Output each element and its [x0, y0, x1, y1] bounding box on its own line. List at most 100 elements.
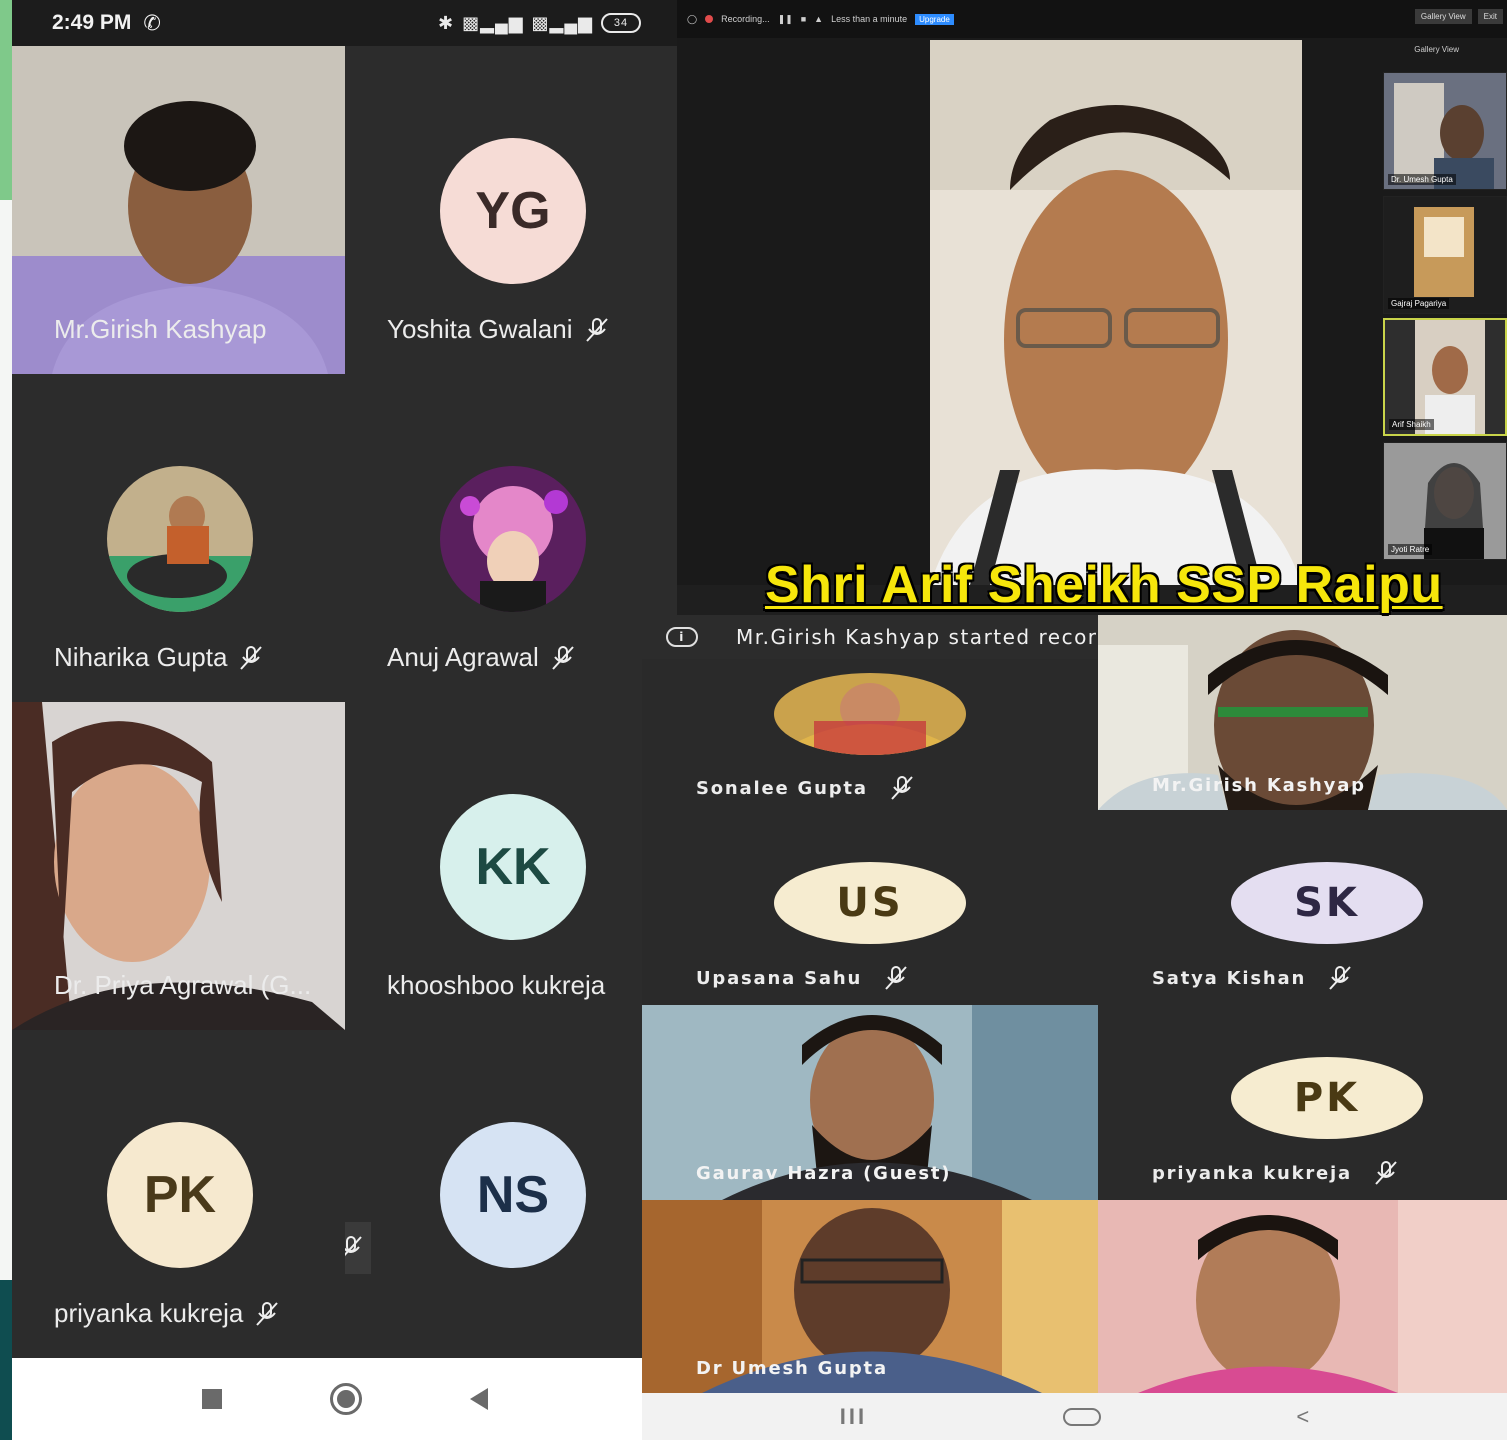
mic-off-badge [345, 1222, 371, 1274]
gallery-view-label: Gallery View [1414, 45, 1459, 54]
participant-name: Niharika Gupta [54, 642, 263, 673]
recording-label: Recording... [721, 14, 770, 24]
android-nav-bar-right: III < [642, 1393, 1507, 1440]
participant-tile-priyanka[interactable]: PK priyanka kukreja [12, 1030, 345, 1358]
bluetooth-icon: ✱ [438, 12, 455, 33]
status-time-group: 2:49 PM ✆ [52, 11, 161, 36]
mic-off-icon [551, 645, 575, 671]
participant-tile-girish-video[interactable]: Mr.Girish Kashyap [1098, 615, 1507, 810]
signal-icon: ▩▂▄▆ [462, 12, 524, 33]
recording-icon [705, 15, 714, 23]
gallery-thumbnail[interactable]: Dr. Umesh Gupta [1383, 72, 1507, 190]
participant-tile-anuj[interactable]: Anuj Agrawal [345, 374, 677, 702]
participant-tile-sonalee[interactable]: Sonalee Gupta [642, 659, 1098, 810]
participant-name: Dr. Priya Agrawal (G... [54, 970, 312, 1000]
participant-tile-yoshita[interactable]: YG Yoshita Gwalani [345, 46, 677, 374]
left-phone-screen: 2:49 PM ✆ ✱ ▩▂▄▆ ▩▂▄▆ 34 Mr.Girish Kashy… [12, 0, 677, 1440]
profile-photo [107, 466, 253, 612]
gallery-thumbnail[interactable]: Jyoti Ratre [1383, 442, 1507, 560]
participant-name: Mr.Girish Kashyap [1152, 775, 1366, 796]
participant-tile-priyanka-right[interactable]: PK priyanka kukreja [1098, 1005, 1507, 1200]
stop-icon[interactable]: ■ [801, 14, 806, 24]
thumbnail-name: Dr. Umesh Gupta [1388, 174, 1456, 185]
thumbnail-name: Jyoti Ratre [1388, 544, 1433, 555]
gallery-thumbnail-active[interactable]: Arif Shaikh [1383, 318, 1507, 436]
active-speaker-video [930, 40, 1302, 585]
pause-icon[interactable]: ❚❚ [778, 14, 793, 25]
avatar-initials: SK [1231, 862, 1423, 944]
mic-off-icon [255, 1301, 279, 1327]
profile-photo [774, 673, 966, 755]
participant-name: Gaurav Hazra (Guest) [696, 1163, 952, 1184]
participant-name: Mr.Girish Kashyap [54, 314, 267, 344]
recents-button[interactable]: III [840, 1404, 867, 1430]
participant-tile-gaurav[interactable]: Gaurav Hazra (Guest) [642, 1005, 1098, 1200]
participant-name: Satya Kishan [1152, 965, 1352, 991]
mic-off-icon [890, 775, 914, 801]
recents-button[interactable] [201, 1389, 222, 1409]
avatar-initials: NS [440, 1122, 586, 1268]
mic-off-icon [884, 965, 908, 991]
participant-name: Upasana Sahu [696, 965, 908, 991]
thumbnail-video [1384, 197, 1506, 313]
thumbnail-video [1384, 443, 1506, 559]
participant-tile-priya[interactable]: Dr. Priya Agrawal (G... [12, 702, 345, 1030]
phone-icon: ✆ [143, 11, 161, 35]
avatar-initials: KK [440, 794, 586, 940]
info-icon[interactable]: i [666, 627, 698, 647]
avatar-initials: US [774, 862, 966, 944]
avatar-initials: PK [107, 1122, 253, 1268]
thumbnail-name: Gajraj Pagariya [1388, 298, 1450, 309]
mic-off-icon [1328, 965, 1352, 991]
participant-tile-khooshboo[interactable]: KK khooshboo kukreja [345, 702, 677, 1030]
participant-name: Sonalee Gupta [696, 775, 914, 801]
back-button[interactable]: < [1296, 1404, 1309, 1430]
participant-name: Dr Umesh Gupta [696, 1358, 888, 1379]
home-button[interactable] [1062, 1407, 1101, 1426]
gallery-thumbnail[interactable]: Gajraj Pagariya [1383, 196, 1507, 314]
participant-name: khooshboo kukreja [387, 970, 606, 1000]
battery-icon: 34 [601, 13, 641, 33]
profile-photo [440, 466, 586, 612]
zoom-top-bar: ◯ Recording... ❚❚ ■ ▲ Less than a minute… [677, 0, 1507, 38]
view-controls: Gallery View Exit [1414, 9, 1503, 24]
home-button[interactable] [329, 1383, 362, 1415]
mic-off-icon [585, 317, 609, 343]
status-icons: ✱ ▩▂▄▆ ▩▂▄▆ 34 [438, 13, 641, 34]
avatar-initials: PK [1231, 1057, 1423, 1139]
participant-tile-girish[interactable]: Mr.Girish Kashyap [12, 46, 345, 374]
recording-notice-text: Mr.Girish Kashyap started recording [736, 625, 1147, 649]
participant-name: Anuj Agrawal [387, 642, 575, 673]
warning-label: Less than a minute [831, 14, 908, 24]
status-time: 2:49 PM [52, 11, 132, 34]
mic-off-icon [1374, 1160, 1398, 1186]
participant-name: Yoshita Gwalani [387, 314, 609, 345]
status-bar: 2:49 PM ✆ ✱ ▩▂▄▆ ▩▂▄▆ 34 [12, 0, 677, 46]
zoom-desktop-window: ◯ Recording... ❚❚ ■ ▲ Less than a minute… [677, 0, 1507, 585]
thumbnail-video [1384, 73, 1506, 189]
mic-off-icon [345, 1235, 363, 1261]
participant-tile-ns[interactable]: NS [345, 1030, 677, 1358]
signal-icon-2: ▩▂▄▆ [531, 12, 593, 33]
exit-button[interactable]: Exit [1477, 9, 1503, 24]
participant-tile-satya[interactable]: SK Satya Kishan [1098, 810, 1507, 1005]
right-phone-screen: i Mr.Girish Kashyap started recording So… [642, 615, 1507, 1440]
mic-off-icon [239, 645, 263, 671]
participant-tile-umesh[interactable]: Dr Umesh Gupta [642, 1200, 1098, 1393]
video-feed [930, 40, 1302, 585]
participant-tile-niharika[interactable]: Niharika Gupta [12, 374, 345, 702]
participant-name: priyanka kukreja [1152, 1160, 1398, 1186]
thumbnail-name: Arif Shaikh [1389, 419, 1434, 430]
back-button[interactable] [469, 1388, 488, 1410]
participant-name: priyanka kukreja [54, 1298, 279, 1329]
upgrade-button[interactable]: Upgrade [915, 13, 954, 25]
overlay-caption: Shri Arif Sheikh SSP Raipu [765, 556, 1443, 614]
avatar-initials: YG [440, 138, 586, 284]
android-nav-bar [12, 1358, 677, 1440]
shield-icon: ◯ [687, 13, 698, 24]
home-icon [336, 1390, 355, 1408]
warning-icon: ▲ [814, 14, 824, 24]
gallery-view-button[interactable]: Gallery View [1414, 9, 1472, 24]
participant-tile-unlabeled[interactable] [1098, 1200, 1507, 1393]
participant-tile-upasana[interactable]: US Upasana Sahu [642, 810, 1098, 1005]
